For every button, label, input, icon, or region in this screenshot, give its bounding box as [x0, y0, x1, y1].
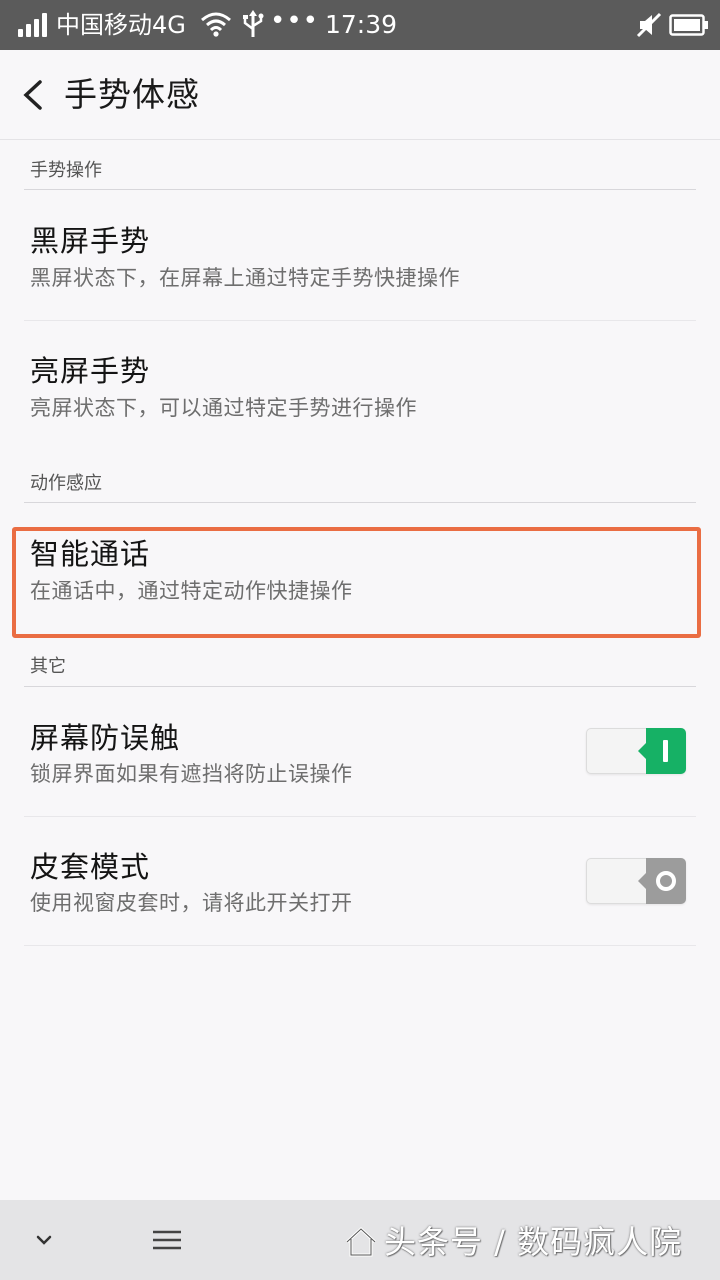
bottom-nav-bar: 头条号 / 数码疯人院 [0, 1200, 720, 1280]
item-title: 屏幕防误触 [30, 721, 181, 755]
item-subtitle: 黑屏状态下，在屏幕上通过特定手势快捷操作 [30, 266, 460, 290]
app-header: 手势体感 [0, 50, 720, 140]
accidental-touch-toggle[interactable] [586, 728, 686, 774]
watermark-text: 头条号 / 数码疯人院 [384, 1223, 683, 1261]
item-subtitle: 使用视窗皮套时，请将此开关打开 [30, 891, 353, 915]
list-item-black-screen-gesture[interactable]: 黑屏手势 黑屏状态下，在屏幕上通过特定手势快捷操作 [0, 190, 720, 320]
carrier-label: 中国移动4G [56, 11, 186, 39]
status-bar: 中国移动4G ••• 17:39 [0, 0, 720, 50]
list-item-bright-screen-gesture[interactable]: 亮屏手势 亮屏状态下，可以通过特定手势进行操作 [0, 321, 720, 451]
item-title: 皮套模式 [30, 850, 151, 884]
toggle-knob [638, 858, 686, 904]
mute-icon [636, 12, 662, 38]
battery-icon [669, 14, 708, 36]
signal-icon [18, 13, 50, 37]
section-header-gesture: 手势操作 [30, 160, 102, 181]
section-header-motion: 动作感应 [30, 473, 102, 494]
home-icon [345, 1226, 377, 1257]
toggle-on-icon [663, 740, 668, 762]
toggle-knob [638, 728, 686, 774]
highlight-annotation-box [12, 527, 701, 638]
page-title: 手势体感 [64, 75, 200, 114]
item-subtitle: 亮屏状态下，可以通过特定手势进行操作 [30, 396, 417, 420]
toggle-off-icon [656, 871, 676, 891]
chevron-left-icon[interactable] [14, 72, 54, 118]
clock: 17:39 [325, 10, 398, 39]
wifi-icon [201, 12, 231, 37]
more-notifications-indicator: ••• [270, 6, 320, 36]
chevron-down-icon[interactable] [30, 1226, 58, 1254]
divider [24, 502, 696, 503]
item-title: 黑屏手势 [30, 224, 151, 258]
section-header-other: 其它 [30, 656, 66, 677]
cover-mode-toggle[interactable] [586, 858, 686, 904]
usb-icon [243, 10, 264, 37]
item-title: 亮屏手势 [30, 354, 151, 388]
menu-icon[interactable] [150, 1226, 184, 1254]
item-subtitle: 锁屏界面如果有遮挡将防止误操作 [30, 762, 353, 786]
divider [24, 945, 696, 946]
